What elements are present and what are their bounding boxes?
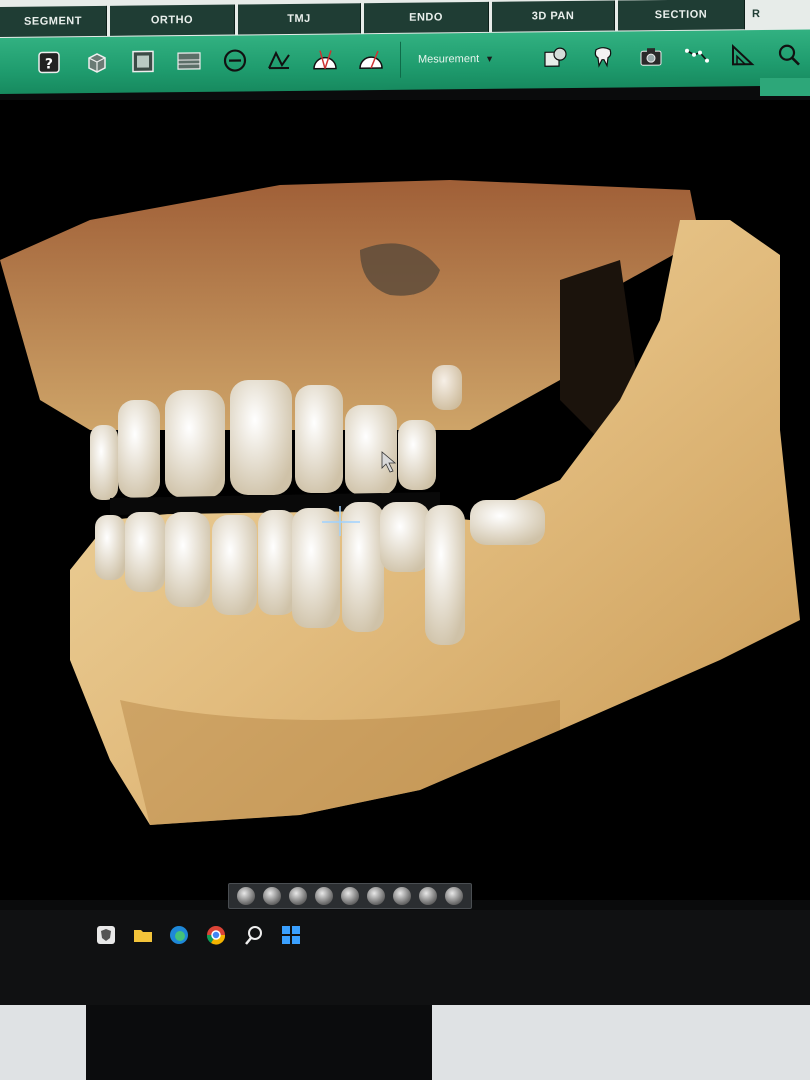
help-icon: ?: [38, 51, 60, 74]
taskbar-search[interactable]: [243, 924, 265, 946]
taskbar-app-icon[interactable]: [95, 924, 117, 946]
slice-view-button[interactable]: [128, 46, 158, 76]
protractor2-icon: [359, 50, 383, 69]
tooth-icon: [594, 47, 612, 68]
taskbar-explorer[interactable]: [132, 924, 154, 946]
tab-label: ORTHO: [150, 13, 194, 27]
ruler-triangle-icon: [732, 44, 755, 66]
tab-segment[interactable]: SEGMENT: [0, 5, 107, 37]
toolbar-strip: [760, 78, 810, 96]
tab-partial[interactable]: R: [748, 0, 810, 30]
film-icon: [177, 52, 201, 70]
polyline-icon: [685, 48, 709, 63]
angle-icon: [268, 50, 290, 70]
tab-endo[interactable]: ENDO: [364, 1, 489, 34]
rotate-view-icon[interactable]: [237, 887, 255, 905]
export-icon: [544, 47, 567, 67]
edge-icon: [170, 926, 188, 944]
dropdown-icon: ▼: [485, 53, 495, 64]
app-header: SEGMENT ORTHO TMJ ENDO 3D PAN SECTION R …: [0, 0, 810, 96]
tab-ortho[interactable]: ORTHO: [110, 4, 235, 36]
app-shield-icon: [97, 926, 115, 944]
folder-icon: [134, 930, 152, 942]
tab-section[interactable]: SECTION: [618, 0, 745, 31]
protractor-2-button[interactable]: [356, 44, 386, 74]
circle-tool-button[interactable]: [220, 45, 250, 75]
right-view-icon[interactable]: [393, 887, 411, 905]
measurement-label: Mesurement: [418, 52, 480, 66]
help-button[interactable]: ?: [34, 47, 64, 77]
camera-icon: [640, 48, 662, 66]
capture-button[interactable]: [636, 41, 666, 71]
ruler-button[interactable]: [728, 40, 758, 70]
angle-tool-button[interactable]: [264, 45, 294, 75]
cube-button[interactable]: [82, 47, 112, 77]
export-button[interactable]: [540, 42, 570, 72]
search-icon: [245, 926, 262, 945]
film-view-button[interactable]: [174, 46, 204, 76]
slice-icon: [132, 50, 154, 73]
chrome-icon: [206, 926, 226, 945]
taskbar-edge[interactable]: [168, 924, 190, 946]
measurement-dropdown[interactable]: Mesurement ▼: [418, 47, 528, 70]
bottom-view-icon[interactable]: [341, 887, 359, 905]
polyline-button[interactable]: [682, 41, 712, 71]
toolbar-divider: [400, 41, 401, 78]
windows-icon: [282, 926, 300, 944]
tool-toolbar: ? Mesurement ▼: [0, 29, 810, 95]
monitor-stand: [86, 1005, 432, 1080]
tab-label: SECTION: [654, 8, 708, 22]
tooth-model-button[interactable]: [588, 42, 618, 72]
zoom-button[interactable]: [774, 40, 804, 70]
tab-3d-pan[interactable]: 3D PAN: [492, 0, 615, 32]
left-oblique-view-icon[interactable]: [419, 887, 437, 905]
orientation-bar: [228, 883, 472, 909]
back-view-icon[interactable]: [289, 887, 307, 905]
top-view-icon[interactable]: [315, 887, 333, 905]
circle-minus-icon: [223, 49, 247, 72]
jaw-render: [0, 180, 800, 825]
cube-icon: [88, 53, 106, 73]
protractor-button[interactable]: [310, 44, 340, 74]
right-oblique-view-icon[interactable]: [445, 887, 463, 905]
tab-tmj[interactable]: TMJ: [238, 3, 361, 35]
taskbar-start[interactable]: [280, 924, 302, 946]
3d-volume-viewport[interactable]: [0, 100, 810, 900]
tab-label: TMJ: [287, 12, 311, 25]
protractor-icon: [313, 50, 337, 70]
tab-label: SEGMENT: [24, 15, 82, 28]
svg-text:?: ?: [45, 56, 53, 72]
windows-taskbar: [0, 910, 810, 1010]
front-view-icon[interactable]: [263, 887, 281, 905]
zoom-icon: [778, 44, 800, 66]
left-view-icon[interactable]: [367, 887, 385, 905]
tab-label: 3D PAN: [531, 9, 575, 23]
tab-label: ENDO: [409, 11, 443, 24]
taskbar-chrome[interactable]: [205, 924, 227, 946]
tab-label: R: [752, 8, 761, 21]
